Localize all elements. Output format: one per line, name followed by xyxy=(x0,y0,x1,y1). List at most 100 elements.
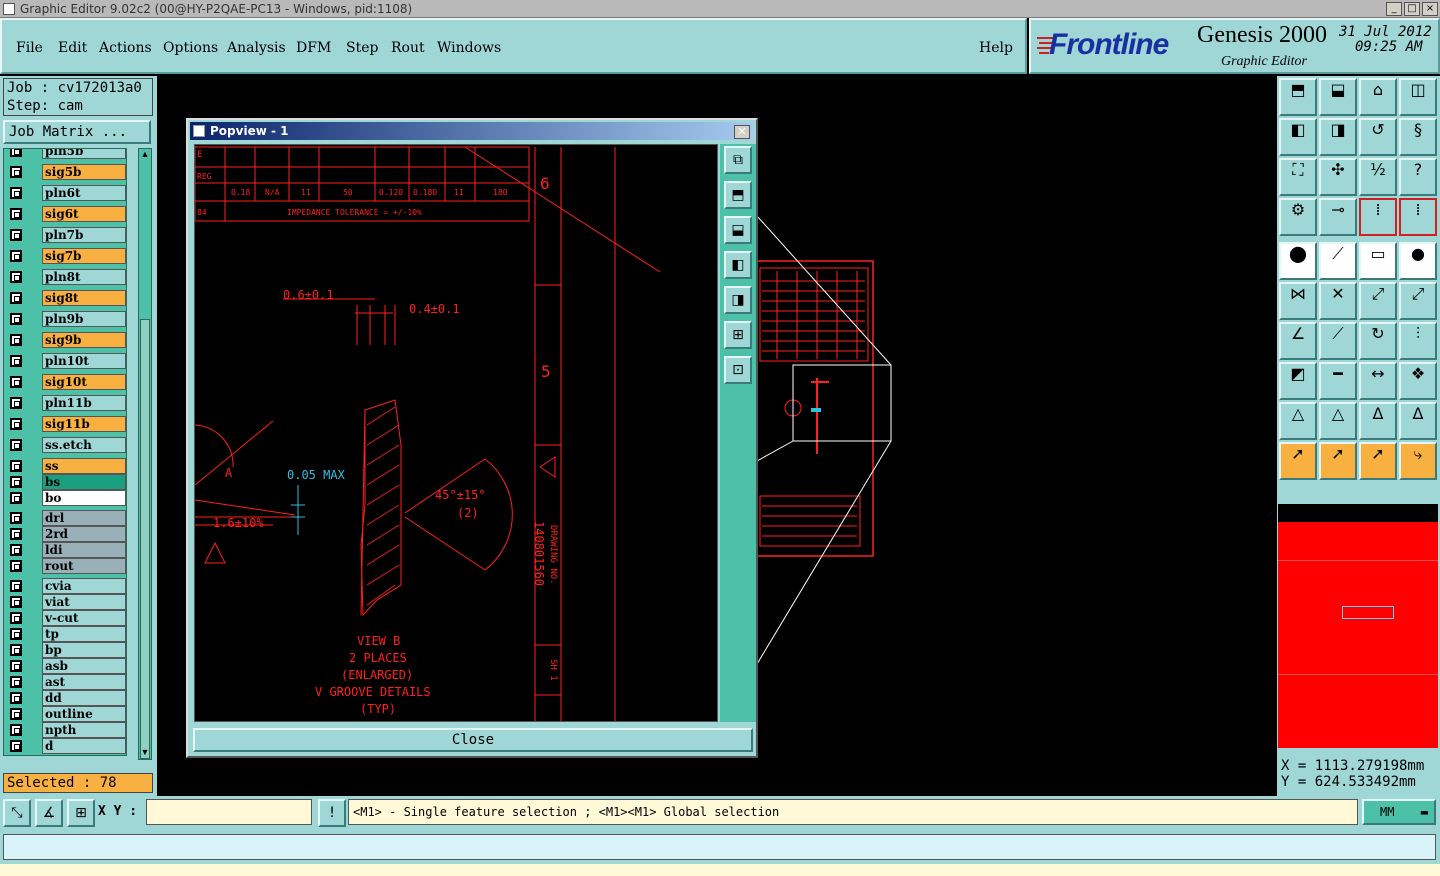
layer-name[interactable]: cvia xyxy=(42,578,126,594)
layer-checkbox[interactable] xyxy=(10,628,22,640)
pan-up-icon[interactable]: ⬒ xyxy=(1279,78,1317,116)
net-icon[interactable]: ⋈ xyxy=(1279,282,1317,320)
triangle-blue-icon[interactable]: Δ xyxy=(1399,402,1437,440)
layer-checkbox[interactable] xyxy=(10,512,22,524)
select-box-icon[interactable]: ➚ xyxy=(1319,442,1357,480)
layer-row[interactable]: bo xyxy=(6,490,126,506)
layer-row[interactable]: bs xyxy=(6,474,126,490)
layer-row[interactable]: dd xyxy=(6,690,126,706)
layer-row[interactable]: tp xyxy=(6,626,126,642)
layer-name[interactable]: sig9b xyxy=(42,332,126,348)
zoom-fit-icon[interactable]: ⛶ xyxy=(1279,158,1317,196)
zoom-window-icon[interactable]: ◫ xyxy=(1399,78,1437,116)
layer-name[interactable]: outline xyxy=(42,706,126,722)
layer-name[interactable]: drl xyxy=(42,510,126,526)
slash-icon[interactable]: ⟋ xyxy=(1319,322,1357,360)
layer-row[interactable]: viat xyxy=(6,594,126,610)
snap-corner-icon[interactable]: ⤡ xyxy=(3,799,31,827)
layer-checkbox[interactable] xyxy=(10,208,22,220)
menu-windows[interactable]: Windows xyxy=(437,40,501,56)
layer-checkbox[interactable] xyxy=(10,612,22,624)
pan-down-icon[interactable]: ⬓ xyxy=(1319,78,1357,116)
layer-checkbox[interactable] xyxy=(10,476,22,488)
popview-pan-down-icon[interactable]: ⬓ xyxy=(724,216,752,244)
minimize-button[interactable]: _ xyxy=(1386,2,1402,16)
layer-name[interactable]: pln7b xyxy=(42,227,126,243)
layer-row[interactable]: asb xyxy=(6,658,126,674)
home-icon[interactable]: ⌂ xyxy=(1359,78,1397,116)
layer-row[interactable]: pln5b xyxy=(6,149,126,159)
layer-checkbox[interactable] xyxy=(10,418,22,430)
menu-options[interactable]: Options xyxy=(163,40,218,56)
layer-row[interactable]: pln11b xyxy=(6,395,126,411)
ruler-icon[interactable]: ▭ xyxy=(1359,242,1397,280)
menu-edit[interactable]: Edit xyxy=(58,40,87,56)
layer-name[interactable]: pln8t xyxy=(42,269,126,285)
job-matrix-button[interactable]: Job Matrix ... xyxy=(3,120,151,144)
layer-row[interactable]: rout xyxy=(6,558,126,574)
layer-name[interactable]: bp xyxy=(42,642,126,658)
select-area-icon[interactable]: ➚ xyxy=(1359,442,1397,480)
layer-name[interactable]: ast xyxy=(42,674,126,690)
measure-icon[interactable]: ⚙ xyxy=(1279,198,1317,236)
menu-help[interactable]: Help xyxy=(979,40,1013,56)
circle-icon[interactable]: ● xyxy=(1399,242,1437,280)
layer-row[interactable]: ast xyxy=(6,674,126,690)
maximize-button[interactable]: □ xyxy=(1404,2,1420,16)
select-pointer-icon[interactable]: ➚ xyxy=(1279,442,1317,480)
layer-checkbox[interactable] xyxy=(10,334,22,346)
layer-row[interactable]: pln7b xyxy=(6,227,126,243)
layers-red-alt-icon[interactable]: ⁞ xyxy=(1399,198,1437,236)
layer-row[interactable]: sig8t xyxy=(6,290,126,306)
layer-checkbox[interactable] xyxy=(10,596,22,608)
layer-name[interactable]: asb xyxy=(42,658,126,674)
layer-checkbox[interactable] xyxy=(10,271,22,283)
popview-pan-left-icon[interactable]: ◧ xyxy=(724,251,752,279)
layer-name[interactable]: pln9b xyxy=(42,311,126,327)
connect-alt-icon[interactable]: ⤢ xyxy=(1399,282,1437,320)
menu-rout[interactable]: Rout xyxy=(391,40,425,56)
layer-name[interactable]: dd xyxy=(42,690,126,706)
triangle-red-icon[interactable]: Δ xyxy=(1359,402,1397,440)
layer-name[interactable]: sig5b xyxy=(42,164,126,180)
layer-checkbox[interactable] xyxy=(10,544,22,556)
layer-name[interactable]: pln10t xyxy=(42,353,126,369)
layer-name[interactable]: 2rd xyxy=(42,526,126,542)
menu-dfm[interactable]: DFM xyxy=(296,40,331,56)
layer-checkbox[interactable] xyxy=(10,397,22,409)
layer-row[interactable]: ss xyxy=(6,458,126,474)
layer-checkbox[interactable] xyxy=(10,708,22,720)
layer-list-scrollbar[interactable]: ▲ ▼ xyxy=(138,148,152,760)
layers-red-icon[interactable]: ⁞ xyxy=(1359,198,1397,236)
layer-checkbox[interactable] xyxy=(10,149,22,157)
xy-input[interactable] xyxy=(146,799,312,825)
layer-name[interactable]: sig10t xyxy=(42,374,126,390)
line-icon[interactable]: ⟋ xyxy=(1319,242,1357,280)
layer-checkbox[interactable] xyxy=(10,313,22,325)
close-window-button[interactable]: × xyxy=(1422,2,1438,16)
redraw-icon[interactable]: ↺ xyxy=(1359,118,1397,156)
popview-zoom-out-icon[interactable]: ⊡ xyxy=(724,356,752,384)
pan-left-icon[interactable]: ◧ xyxy=(1279,118,1317,156)
info-icon[interactable]: ! xyxy=(318,799,346,827)
layer-name[interactable]: tp xyxy=(42,626,126,642)
layer-name[interactable]: ss.etch xyxy=(42,437,126,453)
layer-row[interactable]: pln6t xyxy=(6,185,126,201)
triangle-icon[interactable]: △ xyxy=(1279,402,1317,440)
layer-row[interactable]: bp xyxy=(6,642,126,658)
layer-row[interactable]: pln8t xyxy=(6,269,126,285)
refresh-icon[interactable]: § xyxy=(1399,118,1437,156)
cross-icon[interactable]: ✕ xyxy=(1319,282,1357,320)
layer-row[interactable]: 2rd xyxy=(6,526,126,542)
layer-row[interactable]: cvia xyxy=(6,578,126,594)
layer-checkbox[interactable] xyxy=(10,528,22,540)
layer-checkbox[interactable] xyxy=(10,492,22,504)
layer-checkbox[interactable] xyxy=(10,692,22,704)
dash-icon[interactable]: ━ xyxy=(1319,362,1357,400)
layer-row[interactable]: outline xyxy=(6,706,126,722)
popview-pan-up-icon[interactable]: ⬒ xyxy=(724,181,752,209)
popview-close-button[interactable]: Close xyxy=(193,728,753,752)
layer-row[interactable]: v-cut xyxy=(6,610,126,626)
layer-row[interactable]: pln10t xyxy=(6,353,126,369)
layer-name[interactable]: sig7b xyxy=(42,248,126,264)
